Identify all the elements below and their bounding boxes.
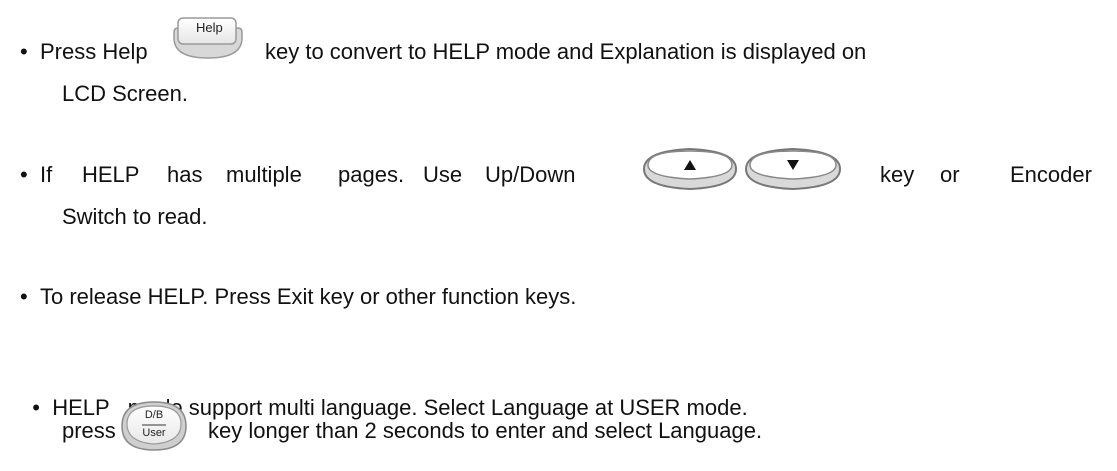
db-user-key-icon <box>121 401 187 451</box>
help-key[interactable]: Help <box>168 14 248 64</box>
bullet-2-word: Encoder <box>1010 162 1092 187</box>
db-user-key[interactable]: D/B User <box>118 398 190 454</box>
bullet-3-line-1: • To release HELP. Press Exit key or othe… <box>20 279 576 315</box>
bullet-dot: • <box>20 284 28 309</box>
bullet-dot: • <box>20 39 28 64</box>
db-user-key-top-label: D/B <box>144 409 164 421</box>
bullet-dot: • <box>32 395 40 420</box>
bullet-2-word: HELP <box>82 162 140 187</box>
up-key[interactable] <box>640 143 740 195</box>
down-key[interactable] <box>742 143 844 195</box>
db-user-key-bottom-label: User <box>142 427 166 439</box>
bullet-1-line-1: • Press Help <box>20 34 148 70</box>
down-triangle-icon <box>744 147 842 191</box>
bullet-2-word: Use <box>423 162 463 187</box>
bullet-1-text-before: Press Help <box>40 39 148 64</box>
help-key-label: Help <box>196 20 223 35</box>
bullet-2-word: key <box>880 162 915 187</box>
bullet-2-word: has <box>167 162 203 187</box>
bullet-1-text-after: key to convert to HELP mode and Explanat… <box>265 39 867 64</box>
bullet-1-line-2: LCD Screen. <box>62 81 188 106</box>
bullet-2-line-2: Switch to read. <box>62 204 208 229</box>
bullet-2-line-1: • <box>20 157 40 193</box>
bullet-2-word: Up/Down <box>485 162 576 187</box>
bullet-4-line-2-before: press <box>62 418 116 443</box>
bullet-dot: • <box>20 162 28 187</box>
bullet-4-line-2-after: key longer than 2 seconds to enter and s… <box>208 418 763 443</box>
bullet-2-word: pages. <box>338 162 405 187</box>
bullet-2-word: multiple <box>226 162 302 187</box>
bullet-3-text: To release HELP. Press Exit key or other… <box>40 284 577 309</box>
bullet-2-word: or <box>940 162 960 187</box>
up-triangle-icon <box>642 147 738 191</box>
bullet-2-word: If <box>40 162 53 187</box>
